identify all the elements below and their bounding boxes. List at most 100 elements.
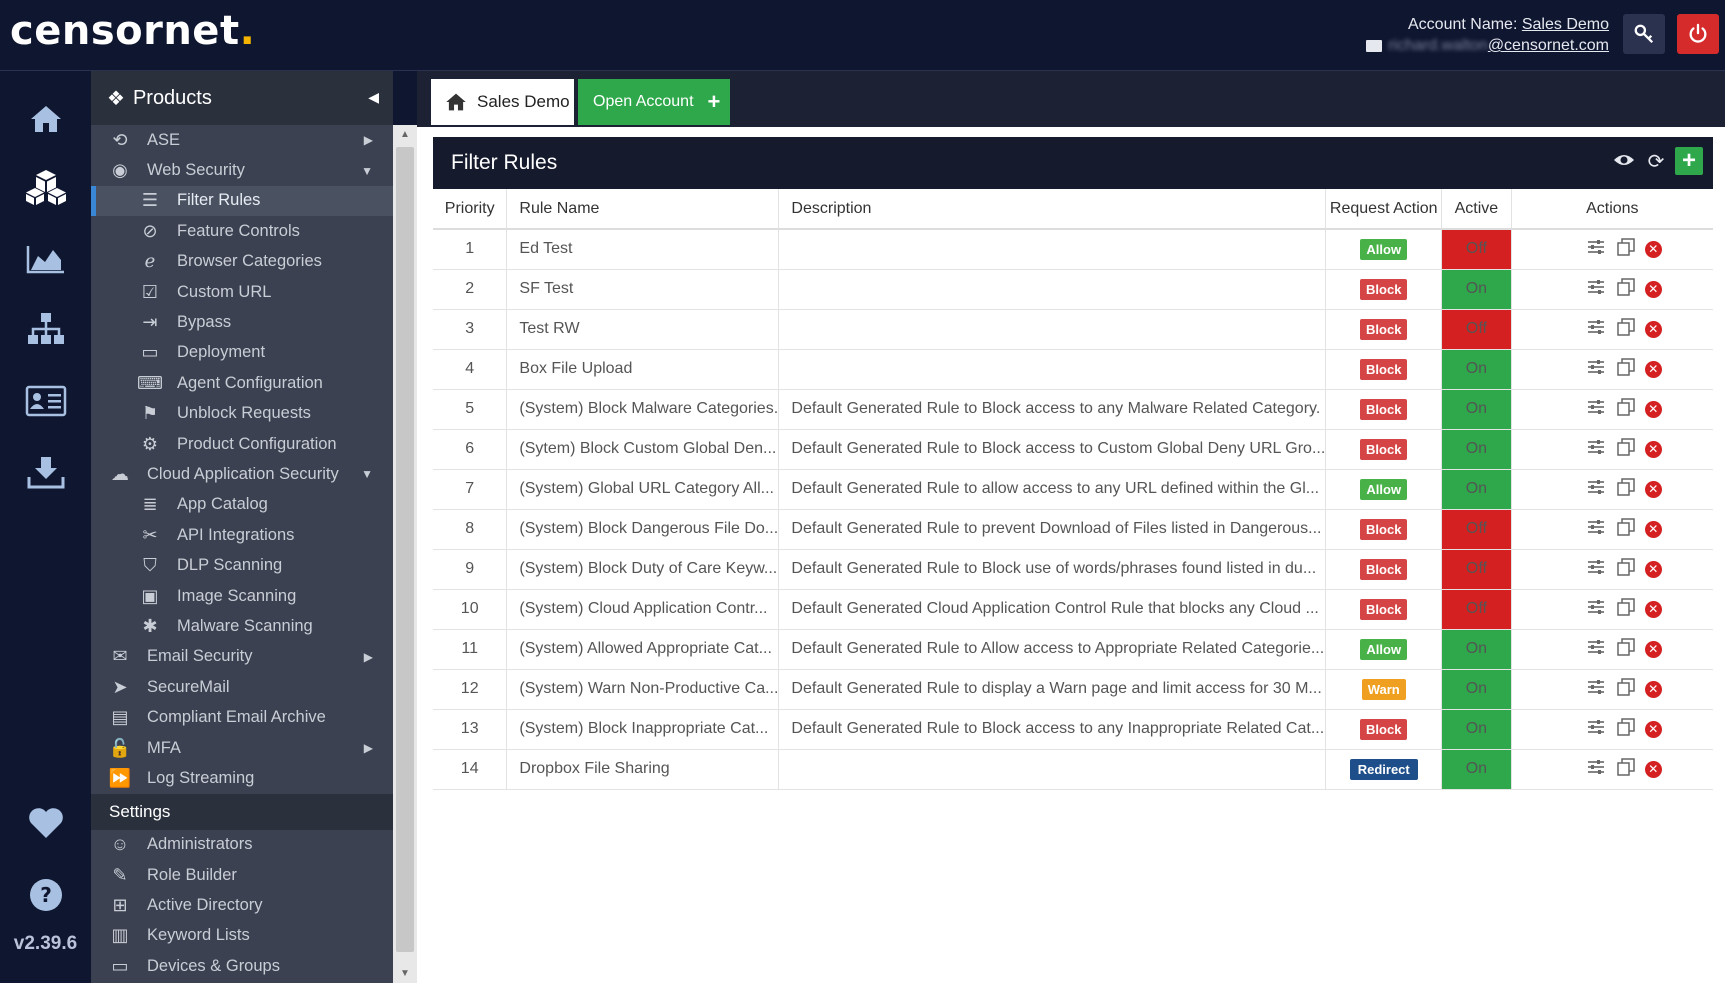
- settings-sliders-icon[interactable]: [1585, 679, 1607, 700]
- copy-icon[interactable]: [1615, 597, 1637, 621]
- table-row[interactable]: 2 SF Test Block On ✕: [433, 269, 1713, 310]
- settings-item-role-builder[interactable]: ✎ Role Builder: [91, 860, 393, 890]
- col-active[interactable]: Active: [1441, 189, 1512, 230]
- sidebar-item-ase[interactable]: ⟲ ASE ▶: [91, 125, 393, 155]
- heart-icon[interactable]: [0, 795, 91, 851]
- sidebar-item-malware-scanning[interactable]: ✱ Malware Scanning: [91, 611, 393, 641]
- copy-icon[interactable]: [1615, 477, 1637, 501]
- sidebar-scrollbar[interactable]: ▲ ▼: [393, 125, 417, 983]
- sidebar-item-bypass[interactable]: ⇥ Bypass: [91, 307, 393, 337]
- delete-icon[interactable]: ✕: [1644, 680, 1662, 698]
- active-toggle[interactable]: On: [1441, 349, 1512, 390]
- col-priority[interactable]: Priority: [433, 189, 508, 230]
- sidebar-item-web-security[interactable]: ◉ Web Security ▼: [91, 155, 393, 185]
- table-row[interactable]: 10 (System) Cloud Application Contr... Def…: [433, 589, 1713, 630]
- table-row[interactable]: 1 Ed Test Allow Off ✕: [433, 229, 1713, 270]
- settings-item-administrators[interactable]: ☺ Administrators: [91, 830, 393, 860]
- settings-sliders-icon[interactable]: [1585, 639, 1607, 660]
- copy-icon[interactable]: [1615, 757, 1637, 781]
- sidebar-item-securemail[interactable]: ➤ SecureMail: [91, 672, 393, 702]
- table-row[interactable]: 9 (System) Block Duty of Care Keyw... Defa…: [433, 549, 1713, 590]
- copy-icon[interactable]: [1615, 517, 1637, 541]
- sidebar-item-cloud-application-security[interactable]: ☁ Cloud Application Security ▼: [91, 459, 393, 489]
- sidebar-item-mfa[interactable]: 🔓 MFA ▶: [91, 733, 393, 763]
- copy-icon[interactable]: [1615, 437, 1637, 461]
- settings-sliders-icon[interactable]: [1585, 359, 1607, 380]
- caret-right-icon[interactable]: ▶: [364, 133, 373, 147]
- settings-sliders-icon[interactable]: [1585, 439, 1607, 460]
- caret-right-icon[interactable]: ▶: [364, 650, 373, 664]
- table-row[interactable]: 7 (System) Global URL Category All... Defa…: [433, 469, 1713, 510]
- copy-icon[interactable]: [1615, 557, 1637, 581]
- delete-icon[interactable]: ✕: [1644, 600, 1662, 618]
- active-toggle[interactable]: On: [1441, 389, 1512, 430]
- delete-icon[interactable]: ✕: [1644, 480, 1662, 498]
- reports-icon[interactable]: [0, 231, 91, 287]
- table-row[interactable]: 5 (System) Block Malware Categories. Defau…: [433, 389, 1713, 430]
- scrollbar-thumb[interactable]: [396, 147, 414, 952]
- active-toggle[interactable]: Off: [1441, 509, 1512, 550]
- rule-name-cell[interactable]: (System) Block Inappropriate Cat...: [506, 709, 780, 750]
- network-icon[interactable]: [0, 301, 91, 357]
- sidebar-item-email-security[interactable]: ✉ Email Security ▶: [91, 642, 393, 672]
- copy-icon[interactable]: [1615, 677, 1637, 701]
- settings-sliders-icon[interactable]: [1585, 479, 1607, 500]
- sidebar-item-browser-categories[interactable]: ℯ Browser Categories: [91, 247, 393, 277]
- table-row[interactable]: 8 (System) Block Dangerous File Do... Defa…: [433, 509, 1713, 550]
- active-toggle[interactable]: On: [1441, 469, 1512, 510]
- delete-icon[interactable]: ✕: [1644, 560, 1662, 578]
- rule-name-cell[interactable]: (System) Block Duty of Care Keyw...: [506, 549, 780, 590]
- active-toggle[interactable]: On: [1441, 269, 1512, 310]
- delete-icon[interactable]: ✕: [1644, 640, 1662, 658]
- active-toggle[interactable]: Off: [1441, 589, 1512, 630]
- rule-name-cell[interactable]: (System) Global URL Category All...: [506, 469, 780, 510]
- sidebar-item-custom-url[interactable]: ☑ Custom URL: [91, 277, 393, 307]
- sidebar-item-product-configuration[interactable]: ⚙ Product Configuration: [91, 429, 393, 459]
- col-request-action[interactable]: Request Action: [1325, 189, 1443, 230]
- col-description[interactable]: Description: [778, 189, 1327, 230]
- copy-icon[interactable]: [1615, 357, 1637, 381]
- table-row[interactable]: 3 Test RW Block Off ✕: [433, 309, 1713, 350]
- delete-icon[interactable]: ✕: [1644, 240, 1662, 258]
- home-icon[interactable]: [0, 91, 91, 147]
- copy-icon[interactable]: [1615, 317, 1637, 341]
- open-account-button[interactable]: Open Account +: [578, 79, 730, 125]
- col-rule-name[interactable]: Rule Name: [506, 189, 780, 230]
- settings-item-active-directory[interactable]: ⊞ Active Directory: [91, 890, 393, 920]
- sidebar-item-image-scanning[interactable]: ▣ Image Scanning: [91, 581, 393, 611]
- delete-icon[interactable]: ✕: [1644, 360, 1662, 378]
- settings-sliders-icon[interactable]: [1585, 279, 1607, 300]
- delete-icon[interactable]: ✕: [1644, 520, 1662, 538]
- sidebar-item-app-catalog[interactable]: ≣ App Catalog: [91, 490, 393, 520]
- settings-sliders-icon[interactable]: [1585, 559, 1607, 580]
- active-toggle[interactable]: On: [1441, 709, 1512, 750]
- download-icon[interactable]: [0, 444, 91, 500]
- settings-sliders-icon[interactable]: [1585, 519, 1607, 540]
- rule-name-cell[interactable]: Box File Upload: [506, 349, 780, 390]
- settings-sliders-icon[interactable]: [1585, 719, 1607, 740]
- rule-name-cell[interactable]: Test RW: [506, 309, 780, 350]
- products-header[interactable]: ❖ Products ◀: [91, 71, 393, 125]
- settings-sliders-icon[interactable]: [1585, 599, 1607, 620]
- products-icon[interactable]: [0, 159, 91, 215]
- rule-name-cell[interactable]: (System) Allowed Appropriate Cat...: [506, 629, 780, 670]
- rule-name-cell[interactable]: (System) Warn Non-Productive Ca...: [506, 669, 780, 710]
- account-name[interactable]: Sales Demo: [1522, 16, 1609, 33]
- directory-icon[interactable]: [0, 373, 91, 429]
- key-button[interactable]: [1623, 14, 1665, 54]
- delete-icon[interactable]: ✕: [1644, 440, 1662, 458]
- settings-sliders-icon[interactable]: [1585, 239, 1607, 260]
- copy-icon[interactable]: [1615, 717, 1637, 741]
- active-toggle[interactable]: Off: [1441, 229, 1512, 270]
- rule-name-cell[interactable]: Ed Test: [506, 229, 780, 270]
- refresh-icon[interactable]: ⟳: [1643, 149, 1669, 174]
- copy-icon[interactable]: [1615, 277, 1637, 301]
- caret-down-icon[interactable]: ▼: [361, 467, 373, 481]
- sidebar-item-feature-controls[interactable]: ⊘ Feature Controls: [91, 216, 393, 246]
- sidebar-item-dlp-scanning[interactable]: ⛉ DLP Scanning: [91, 550, 393, 580]
- delete-icon[interactable]: ✕: [1644, 320, 1662, 338]
- active-toggle[interactable]: On: [1441, 669, 1512, 710]
- rule-name-cell[interactable]: (System) Block Dangerous File Do...: [506, 509, 780, 550]
- settings-sliders-icon[interactable]: [1585, 399, 1607, 420]
- active-toggle[interactable]: On: [1441, 429, 1512, 470]
